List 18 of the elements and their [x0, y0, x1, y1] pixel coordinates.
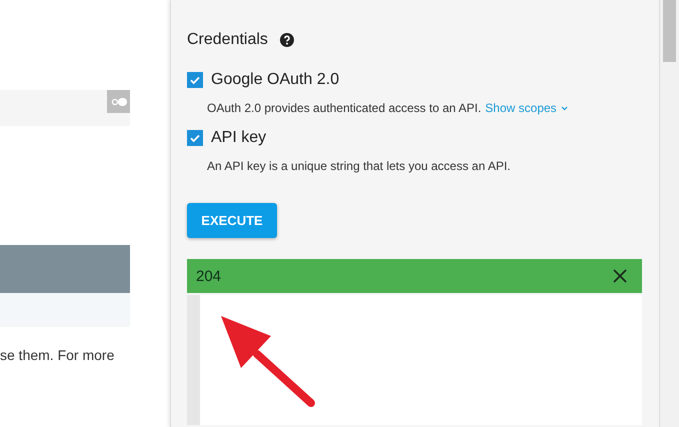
checkmark-icon: [189, 74, 201, 86]
description-text: OAuth 2.0 provides authenticated access to an API.: [207, 101, 482, 115]
description-text: An API key is a unique string that lets you access an API.: [207, 159, 511, 173]
checkmark-icon: [189, 132, 201, 144]
checkbox[interactable]: [187, 72, 203, 88]
toggle-icon[interactable]: [107, 90, 130, 113]
checkbox-label: API key: [211, 129, 266, 147]
section-title: Credentials: [187, 31, 268, 49]
paragraph-text: se them. For more: [0, 347, 116, 363]
scrollbar-thumb[interactable]: [663, 0, 676, 62]
close-icon[interactable]: [613, 269, 627, 283]
checkbox[interactable]: [187, 130, 203, 146]
status-code: 204: [196, 268, 222, 284]
chevron-down-icon[interactable]: [560, 106, 568, 110]
help-icon[interactable]: [280, 33, 294, 47]
show-scopes-link[interactable]: Show scopes: [485, 101, 557, 115]
execute-button[interactable]: EXECUTE: [187, 203, 277, 238]
checkbox-label: Google OAuth 2.0: [211, 71, 340, 89]
